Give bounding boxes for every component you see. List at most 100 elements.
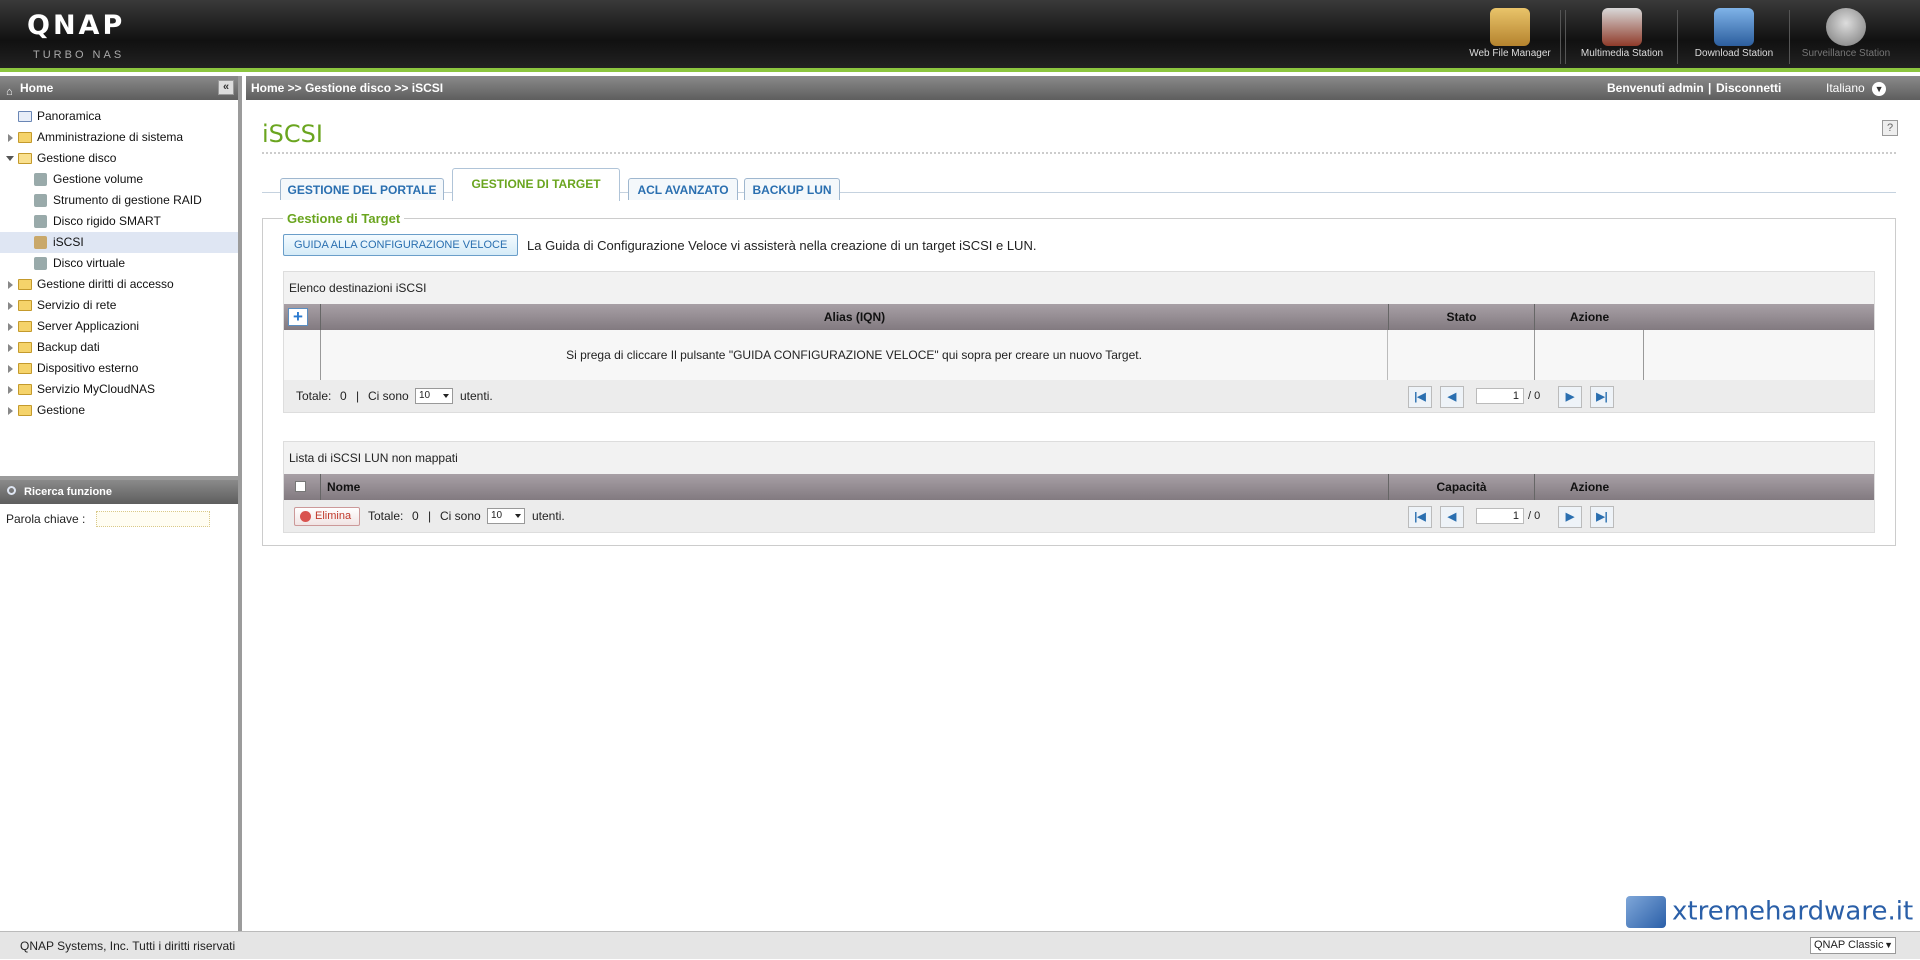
welcome-text: Benvenuti admin bbox=[1607, 81, 1704, 95]
users-label: utenti. bbox=[532, 509, 565, 523]
next-page-button[interactable]: ▶ bbox=[1558, 386, 1582, 408]
tab-gestione-target[interactable]: GESTIONE DI TARGET bbox=[452, 168, 620, 201]
folder-icon bbox=[18, 321, 32, 332]
prev-page-button[interactable]: ◀ bbox=[1440, 386, 1464, 408]
copyright: QNAP Systems, Inc. Tutti i diritti riser… bbox=[20, 939, 236, 953]
col-status[interactable]: Stato bbox=[1388, 304, 1534, 330]
smart-disk-icon bbox=[34, 215, 47, 228]
breadcrumb[interactable]: Home >> Gestione disco >> iSCSI bbox=[251, 76, 443, 100]
select-all-checkbox[interactable] bbox=[295, 481, 306, 492]
empty-message: Si prega di cliccare Il pulsante "GUIDA … bbox=[320, 330, 1388, 380]
logout-link[interactable]: Disconnetti bbox=[1716, 76, 1781, 100]
page-input[interactable]: 1 bbox=[1476, 508, 1524, 524]
logo-subtitle: TURBO NAS bbox=[33, 49, 125, 61]
expand-icon[interactable] bbox=[8, 365, 13, 373]
col-capacity[interactable]: Capacità bbox=[1388, 474, 1534, 500]
tab-acl-avanzato[interactable]: ACL AVANZATO bbox=[628, 178, 738, 200]
sidebar-item-label: Servizio MyCloudNAS bbox=[37, 382, 156, 396]
sidebar-item-gestione-disco[interactable]: Gestione disco bbox=[0, 148, 238, 169]
sidebar-item-backup-dati[interactable]: Backup dati bbox=[0, 337, 238, 358]
collapse-tree-icon[interactable] bbox=[6, 156, 14, 161]
expand-icon[interactable] bbox=[8, 344, 13, 352]
col-alias[interactable]: Alias (IQN) bbox=[320, 304, 1388, 330]
chevron-down-icon: ▼ bbox=[1884, 940, 1893, 950]
last-page-button[interactable]: ▶| bbox=[1590, 386, 1614, 408]
search-panel-title: Ricerca funzione bbox=[24, 486, 113, 498]
page-input[interactable]: 1 bbox=[1476, 388, 1524, 404]
targets-panel: Elenco destinazioni iSCSI + Alias (IQN) … bbox=[283, 271, 1875, 413]
next-page-button[interactable]: ▶ bbox=[1558, 506, 1582, 528]
watermark: xtremehardware.it bbox=[1626, 896, 1913, 928]
delete-label: Elimina bbox=[315, 510, 352, 522]
tab-backup-lun[interactable]: BACKUP LUN bbox=[744, 178, 840, 200]
sidebar-title: Home bbox=[20, 81, 54, 95]
sidebar-item-dispositivo-esterno[interactable]: Dispositivo esterno bbox=[0, 358, 238, 379]
volume-icon bbox=[34, 173, 47, 186]
sidebar-item-diritti-accesso[interactable]: Gestione diritti di accesso bbox=[0, 274, 238, 295]
sidebar-item-amministrazione[interactable]: Amministrazione di sistema bbox=[0, 127, 238, 148]
folder-open-icon bbox=[18, 153, 32, 164]
expand-icon[interactable] bbox=[8, 281, 13, 289]
expand-icon[interactable] bbox=[8, 323, 13, 331]
total-value: 0 bbox=[340, 389, 347, 403]
col-name[interactable]: Nome bbox=[320, 474, 1388, 500]
sidebar-item-raid[interactable]: Strumento di gestione RAID bbox=[0, 190, 238, 211]
sidebar-item-server-applicazioni[interactable]: Server Applicazioni bbox=[0, 316, 238, 337]
sidebar-item-mycloudnas[interactable]: Servizio MyCloudNAS bbox=[0, 379, 238, 400]
page-count: / 0 bbox=[1528, 390, 1541, 402]
last-page-button[interactable]: ▶| bbox=[1590, 506, 1614, 528]
action-cell bbox=[1534, 330, 1644, 380]
luns-panel: Lista di iSCSI LUN non mappati Nome Capa… bbox=[283, 441, 1875, 533]
web-file-manager-button[interactable]: Web File Manager bbox=[1455, 8, 1565, 66]
col-action: Azione bbox=[1534, 304, 1644, 330]
expand-icon[interactable] bbox=[8, 407, 13, 415]
divider bbox=[262, 152, 1896, 154]
raid-icon bbox=[34, 194, 47, 207]
per-page-select[interactable]: 10 bbox=[487, 508, 525, 524]
surveillance-station-button[interactable]: Surveillance Station bbox=[1791, 8, 1901, 66]
sidebar-item-label: iSCSI bbox=[53, 235, 84, 249]
sidebar-item-label: Gestione diritti di accesso bbox=[37, 277, 174, 291]
sidebar-item-gestione-volume[interactable]: Gestione volume bbox=[0, 169, 238, 190]
sidebar: ⌂ Home « Panoramica Amministrazione di s… bbox=[0, 76, 242, 931]
sidebar-item-iscsi[interactable]: iSCSI bbox=[0, 232, 238, 253]
first-page-button[interactable]: |◀ bbox=[1408, 386, 1432, 408]
folder-icon bbox=[18, 300, 32, 311]
luns-caption: Lista di iSCSI LUN non mappati bbox=[284, 442, 1874, 474]
surveillance-station-icon bbox=[1826, 8, 1866, 46]
tab-gestione-portale[interactable]: GESTIONE DEL PORTALE bbox=[280, 178, 444, 200]
help-icon[interactable]: ? bbox=[1882, 120, 1898, 136]
app-label: Surveillance Station bbox=[1801, 48, 1891, 59]
sidebar-item-gestione[interactable]: Gestione bbox=[0, 400, 238, 421]
search-icon bbox=[7, 486, 16, 495]
keyword-input[interactable] bbox=[96, 511, 210, 527]
first-page-button[interactable]: |◀ bbox=[1408, 506, 1432, 528]
download-station-button[interactable]: Download Station bbox=[1679, 8, 1789, 66]
theme-select[interactable]: QNAP Classic ▼ bbox=[1810, 937, 1896, 954]
sidebar-item-smart[interactable]: Disco rigido SMART bbox=[0, 211, 238, 232]
luns-table-header: Nome Capacità Azione bbox=[284, 474, 1874, 500]
collapse-icon[interactable]: « bbox=[218, 80, 234, 95]
folder-icon bbox=[18, 132, 32, 143]
search-panel: Ricerca funzione Parola chiave : bbox=[0, 476, 238, 534]
sidebar-item-servizio-rete[interactable]: Servizio di rete bbox=[0, 295, 238, 316]
expand-icon[interactable] bbox=[8, 302, 13, 310]
table-row: Si prega di cliccare Il pulsante "GUIDA … bbox=[284, 330, 1874, 380]
app-label: Download Station bbox=[1694, 48, 1774, 59]
prev-page-button[interactable]: ◀ bbox=[1440, 506, 1464, 528]
add-target-button[interactable]: + bbox=[288, 308, 308, 326]
quick-config-wizard-button[interactable]: GUIDA ALLA CONFIGURAZIONE VELOCE bbox=[283, 234, 519, 256]
sidebar-item-panoramica[interactable]: Panoramica bbox=[0, 106, 238, 127]
sidebar-item-label: Panoramica bbox=[37, 109, 102, 123]
group-title: Gestione di Target bbox=[283, 211, 405, 226]
download-station-icon bbox=[1714, 8, 1754, 46]
expand-icon[interactable] bbox=[8, 134, 13, 142]
users-label: utenti. bbox=[460, 389, 493, 403]
multimedia-station-button[interactable]: Multimedia Station bbox=[1567, 8, 1677, 66]
expand-icon[interactable] bbox=[8, 386, 13, 394]
per-page-select[interactable]: 10 bbox=[415, 388, 453, 404]
sidebar-item-disco-virtuale[interactable]: Disco virtuale bbox=[0, 253, 238, 274]
language-select[interactable]: Italiano ▼ bbox=[1826, 76, 1887, 100]
delete-button[interactable]: Elimina bbox=[294, 507, 361, 526]
app-label: Multimedia Station bbox=[1580, 48, 1664, 59]
